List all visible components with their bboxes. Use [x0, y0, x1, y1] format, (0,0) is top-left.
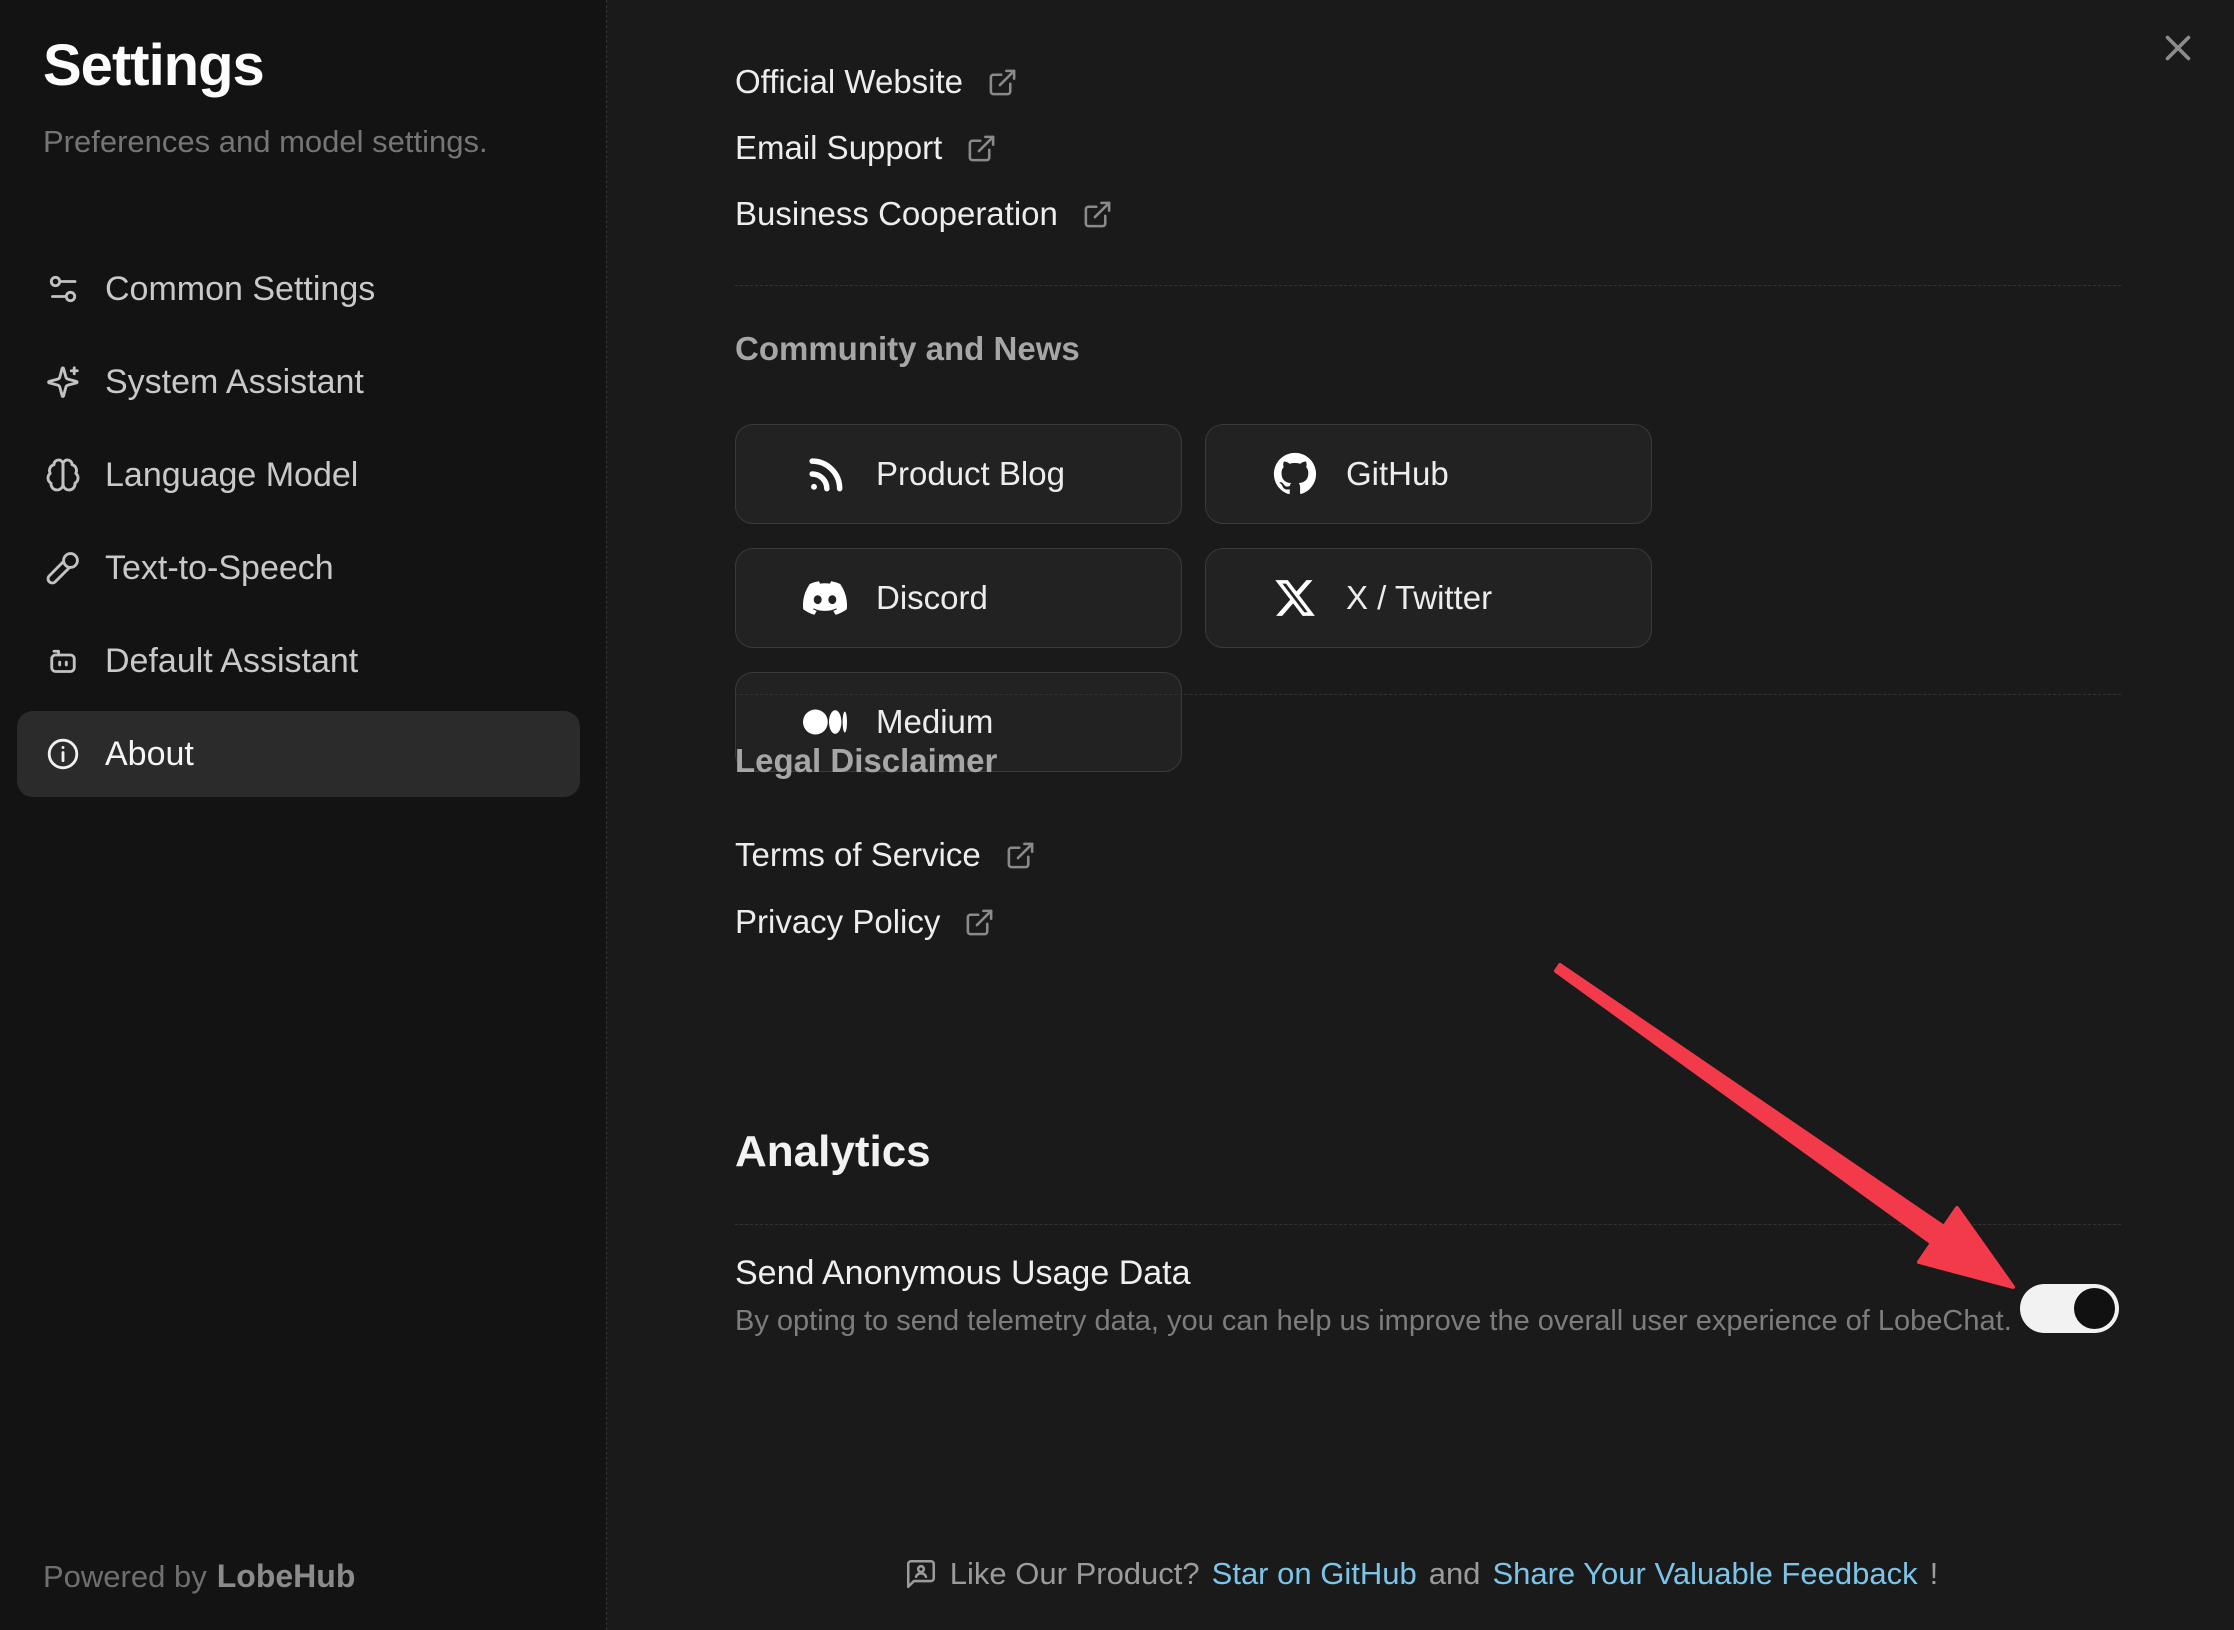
- button-label: Medium: [876, 703, 993, 741]
- link-label: Terms of Service: [735, 836, 981, 874]
- analytics-heading: Analytics: [735, 1127, 2121, 1177]
- brain-icon: [43, 455, 83, 495]
- medium-icon: [802, 699, 848, 745]
- about-panel: Contact Us Official Website Email Suppor…: [608, 0, 2234, 1630]
- external-link-icon: [1005, 840, 1036, 871]
- sidebar-item-about[interactable]: About: [17, 711, 580, 797]
- section-divider: [735, 285, 2121, 286]
- sidebar-item-system-assistant[interactable]: System Assistant: [17, 339, 580, 425]
- sidebar-item-label: Common Settings: [105, 270, 375, 309]
- sidebar-item-default-assistant[interactable]: Default Assistant: [17, 618, 580, 704]
- usage-data-label: Send Anonymous Usage Data: [735, 1254, 2121, 1293]
- rss-icon: [802, 451, 848, 497]
- settings-window: Settings Preferences and model settings.…: [0, 0, 2234, 1630]
- section-divider: [735, 694, 2121, 695]
- section-divider: [735, 1224, 2121, 1225]
- sidebar-item-label: Text-to-Speech: [105, 549, 334, 588]
- community-heading: Community and News: [735, 330, 2121, 368]
- star-on-github-link[interactable]: Star on GitHub: [1212, 1556, 1417, 1592]
- product-footer: Like Our Product? Star on GitHub and Sha…: [608, 1556, 2234, 1592]
- sidebar-item-common-settings[interactable]: Common Settings: [17, 246, 580, 332]
- sidebar-item-label: System Assistant: [105, 363, 364, 402]
- contact-us-heading: Contact Us: [735, 0, 2121, 10]
- settings-nav: Common Settings System Assistant Languag…: [17, 246, 580, 797]
- sidebar-item-text-to-speech[interactable]: Text-to-Speech: [17, 525, 580, 611]
- button-label: Discord: [876, 579, 988, 617]
- share-feedback-link[interactable]: Share Your Valuable Feedback: [1492, 1556, 1917, 1592]
- business-cooperation-link[interactable]: Business Cooperation: [735, 190, 2121, 238]
- button-label: Product Blog: [876, 455, 1065, 493]
- footer-text: !: [1930, 1556, 1939, 1592]
- x-icon: [1272, 575, 1318, 621]
- settings-sidebar: Settings Preferences and model settings.…: [0, 0, 607, 1630]
- privacy-policy-link[interactable]: Privacy Policy: [735, 898, 2121, 946]
- sidebar-item-label: About: [105, 735, 194, 774]
- toggle-knob: [2074, 1288, 2115, 1329]
- bot-icon: [43, 641, 83, 681]
- product-blog-button[interactable]: Product Blog: [735, 424, 1182, 524]
- footer-text: Like Our Product?: [950, 1556, 1200, 1592]
- sidebar-item-label: Default Assistant: [105, 642, 358, 681]
- sidebar-item-language-model[interactable]: Language Model: [17, 432, 580, 518]
- link-label: Official Website: [735, 63, 963, 101]
- powered-by: Powered by LobeHub: [43, 1558, 355, 1595]
- github-icon: [1272, 451, 1318, 497]
- community-buttons: Product Blog GitHub Discord X / Twitter: [735, 424, 2121, 772]
- feedback-icon: [904, 1557, 938, 1591]
- powered-by-text: Powered by: [43, 1559, 207, 1594]
- link-label: Privacy Policy: [735, 903, 940, 941]
- usage-toggle[interactable]: [2020, 1284, 2119, 1333]
- info-icon: [43, 734, 83, 774]
- sidebar-item-label: Language Model: [105, 456, 358, 495]
- official-website-link[interactable]: Official Website: [735, 58, 2121, 106]
- button-label: X / Twitter: [1346, 579, 1492, 617]
- external-link-icon: [964, 907, 995, 938]
- page-subtitle: Preferences and model settings.: [43, 124, 488, 160]
- link-label: Business Cooperation: [735, 195, 1058, 233]
- external-link-icon: [1082, 199, 1113, 230]
- x-twitter-button[interactable]: X / Twitter: [1205, 548, 1652, 648]
- lobehub-brand[interactable]: LobeHub: [217, 1558, 356, 1594]
- sparkles-icon: [43, 362, 83, 402]
- footer-text: and: [1429, 1556, 1481, 1592]
- email-support-link[interactable]: Email Support: [735, 124, 2121, 172]
- mic-icon: [43, 548, 83, 588]
- close-button[interactable]: [2156, 26, 2200, 70]
- close-icon: [2160, 30, 2196, 66]
- usage-data-description: By opting to send telemetry data, you ca…: [735, 1305, 2121, 1338]
- github-button[interactable]: GitHub: [1205, 424, 1652, 524]
- sliders-icon: [43, 269, 83, 309]
- discord-icon: [802, 575, 848, 621]
- discord-button[interactable]: Discord: [735, 548, 1182, 648]
- button-label: GitHub: [1346, 455, 1449, 493]
- legal-heading: Legal Disclaimer: [735, 742, 2121, 780]
- external-link-icon: [966, 133, 997, 164]
- terms-of-service-link[interactable]: Terms of Service: [735, 831, 2121, 879]
- link-label: Email Support: [735, 129, 942, 167]
- external-link-icon: [987, 67, 1018, 98]
- page-title: Settings: [43, 32, 264, 99]
